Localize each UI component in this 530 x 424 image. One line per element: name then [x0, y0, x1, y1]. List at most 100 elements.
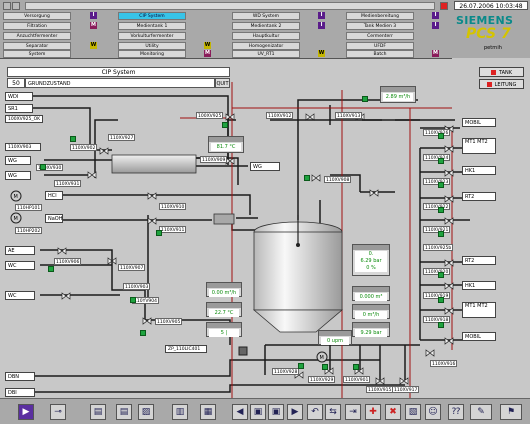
- valve-label[interactable]: 110XV927: [108, 134, 136, 141]
- svg-text:M: M: [14, 194, 18, 200]
- valve-label[interactable]: 110XV919: [423, 292, 451, 299]
- pressure-display[interactable]: 9.29 bar: [352, 322, 390, 337]
- valve-status-indicator: [322, 364, 328, 370]
- valve-label[interactable]: 110XV928: [272, 368, 300, 375]
- source-wg: WG: [5, 171, 31, 180]
- play-icon[interactable]: ▶: [18, 404, 34, 420]
- settings-icon[interactable]: ✚: [365, 404, 381, 420]
- valve-label[interactable]: 110XV925b: [423, 244, 454, 251]
- window-icon[interactable]: ▦: [200, 404, 216, 420]
- valve-label[interactable]: 110XV902: [70, 144, 98, 151]
- arrow-right-icon[interactable]: ▶: [287, 404, 303, 420]
- valve-label[interactable]: 110XV909: [200, 156, 228, 163]
- window-icon[interactable]: ▤: [90, 404, 106, 420]
- signal-icon[interactable]: ⚑: [500, 404, 522, 420]
- source-dbn: DBN: [5, 372, 35, 381]
- valve-label-903[interactable]: 110XV903: [5, 143, 41, 151]
- swap-icon[interactable]: ⇆: [325, 404, 341, 420]
- key-icon[interactable]: ⊸: [50, 404, 66, 420]
- source-wdi: WDI: [5, 92, 33, 101]
- valve-status-indicator: [298, 363, 304, 369]
- source-wc: WC: [5, 291, 35, 300]
- alarm-list-icon[interactable]: ✖: [385, 404, 401, 420]
- svg-text:M: M: [14, 216, 18, 222]
- flow-display[interactable]: 2.89 m³/h: [380, 86, 416, 103]
- valve-label[interactable]: 110XV912: [266, 112, 294, 119]
- valve-label[interactable]: 110XV924: [423, 154, 451, 161]
- window-icon[interactable]: ▣: [268, 404, 284, 420]
- valve-status-label: 100XV925_OK: [5, 115, 43, 123]
- window-icon[interactable]: ▤: [116, 404, 132, 420]
- valve-status-indicator: [304, 175, 310, 181]
- valve-label[interactable]: 110XV906: [54, 258, 82, 265]
- valve-label[interactable]: 110XV911: [159, 226, 187, 233]
- volume-display[interactable]: 0.000 m³: [352, 286, 390, 301]
- target-rt2: RT2: [462, 256, 496, 265]
- flow-display[interactable]: 0 m³/h: [352, 304, 390, 319]
- valve-status-indicator: [438, 322, 444, 328]
- target-mt1-mt2: MT1 MT2: [462, 302, 496, 318]
- source-wg: WG: [5, 156, 31, 165]
- valve-status-indicator: [438, 182, 444, 188]
- valve-label[interactable]: 110XV910: [159, 203, 187, 210]
- valve-label[interactable]: 110XV931: [54, 180, 82, 187]
- source-wc: WC: [5, 261, 35, 270]
- valve-label[interactable]: 110XV913: [335, 112, 363, 119]
- target-mobil: MOBIL: [462, 332, 496, 341]
- valve-label[interactable]: 110XV907: [118, 264, 146, 271]
- valve-label[interactable]: 110XV918: [423, 316, 451, 323]
- valve-label[interactable]: 110XV905: [155, 318, 183, 325]
- valve-label[interactable]: 110XV916: [430, 360, 458, 367]
- pump-label[interactable]: 110HP101: [15, 204, 43, 211]
- speed-display[interactable]: 0 upm: [318, 330, 352, 345]
- valve-label[interactable]: 110XV926: [423, 129, 451, 136]
- valve-label[interactable]: 110XV920: [423, 268, 451, 275]
- undo-icon[interactable]: ↶: [307, 404, 323, 420]
- flow-display[interactable]: 0.00 m³/h: [206, 282, 242, 297]
- valve-status-indicator: [438, 231, 444, 237]
- valve-label[interactable]: 110XV917: [392, 386, 420, 393]
- arrow-left-icon[interactable]: ◀: [232, 404, 248, 420]
- valve-label[interactable]: 110XV921: [423, 226, 451, 233]
- valve-label[interactable]: 110XV903: [123, 283, 151, 290]
- source-sr1: SR1: [5, 104, 33, 113]
- source-hcl: HCl: [45, 191, 63, 200]
- level-control-label[interactable]: ZP_110LIC401: [165, 345, 207, 353]
- window-icon[interactable]: ▥: [172, 404, 188, 420]
- valve-status-indicator: [438, 133, 444, 139]
- valve-status-indicator: [438, 272, 444, 278]
- valve-status-indicator: [222, 122, 228, 128]
- source-dbi: DBI: [5, 388, 35, 397]
- target-mt1-mt2: MT1 MT2: [462, 138, 496, 154]
- help-icon[interactable]: ⁇: [448, 404, 464, 420]
- source-naoh: NaOH: [45, 214, 63, 223]
- valve-status-indicator: [156, 230, 162, 236]
- tools-icon[interactable]: ✎: [470, 404, 492, 420]
- valve-label[interactable]: 110YV904: [132, 297, 160, 304]
- target-wg: WG: [250, 162, 280, 171]
- valve-status-indicator: [438, 158, 444, 164]
- pump-label[interactable]: 110HP202: [15, 227, 43, 234]
- valve-status-indicator: [40, 164, 46, 170]
- tank-status-display[interactable]: 0. 6.29 bar 0 %: [352, 244, 390, 276]
- document-icon[interactable]: ▧: [405, 404, 421, 420]
- valve-label[interactable]: 110XV901: [343, 376, 371, 383]
- user-icon[interactable]: ☺: [425, 404, 441, 420]
- forward-icon[interactable]: ⇥: [345, 404, 361, 420]
- chart-icon[interactable]: ▨: [138, 404, 154, 420]
- valve-label[interactable]: 110XV923: [423, 178, 451, 185]
- conductivity-display[interactable]: 5 |: [206, 322, 242, 337]
- valve-status-indicator: [48, 266, 54, 272]
- valve-label[interactable]: 100XV925: [196, 112, 224, 119]
- valve-status-indicator: [438, 297, 444, 303]
- valve-label[interactable]: 110XV908: [324, 176, 352, 183]
- valve-label[interactable]: 110XV915: [366, 386, 394, 393]
- valve-status-indicator: [438, 207, 444, 213]
- temperature-display[interactable]: 22.7 °C: [206, 302, 242, 317]
- valve-status-indicator: [362, 96, 368, 102]
- valve-label[interactable]: 110XV929: [308, 376, 336, 383]
- temperature-display[interactable]: 81.7 °C: [208, 136, 244, 153]
- svg-text:M: M: [320, 355, 324, 361]
- valve-label[interactable]: 110XV922: [423, 203, 451, 210]
- window-icon[interactable]: ▣: [250, 404, 266, 420]
